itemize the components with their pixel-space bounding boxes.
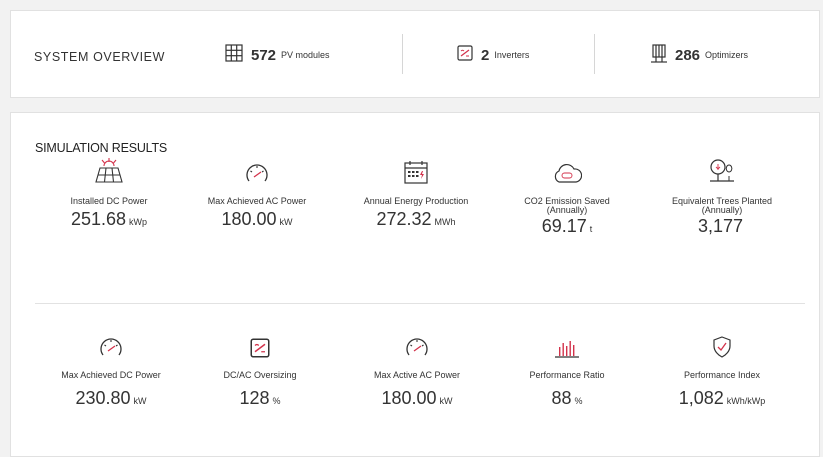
performance-index-metric: Performance Index 1,082 kWh/kWp [647, 336, 797, 409]
divider [402, 34, 403, 74]
pv-modules-label: PV modules [281, 50, 330, 60]
system-overview-title: SYSTEM OVERVIEW [34, 50, 166, 64]
annual-energy-production-metric: Annual Energy Production 272.32 MWh [341, 160, 491, 230]
inverters-stat: 2 Inverters [457, 44, 529, 66]
max-achieved-dc-power-metric: Max Achieved DC Power 230.80 kW [36, 337, 186, 409]
metric-value: 1,082 [678, 388, 724, 408]
metric-value: 251.68 [70, 209, 127, 229]
optimizers-stat: 286 Optimizers [651, 43, 749, 68]
bar-chart-icon [554, 338, 580, 363]
row-separator [35, 303, 805, 304]
max-achieved-ac-power-metric: Max Achieved AC Power 180.00 kW [182, 163, 332, 230]
metric-unit: kW [133, 396, 147, 406]
metric-value: 272.32 [376, 209, 432, 229]
metric-value: 88 [551, 388, 572, 408]
metric-unit: kWp [129, 217, 148, 227]
equivalent-trees-planted-metric: Equivalent Trees Planted (Annually) 3,17… [647, 159, 797, 237]
metric-unit: kWh/kWp [726, 396, 766, 406]
gauge-icon [99, 336, 123, 363]
metric-unit: kW [279, 217, 293, 227]
system-overview-card: SYSTEM OVERVIEW 572 PV modules 2 Inverte… [10, 10, 820, 98]
metric-unit: % [574, 396, 583, 406]
gauge-icon [245, 162, 269, 189]
metric-label: DC/AC Oversizing [223, 370, 297, 380]
inverter-icon [457, 44, 473, 66]
optimizers-label: Optimizers [705, 50, 749, 60]
metric-sublabel: (Annually) [546, 205, 588, 215]
solar-panel-grid-icon [225, 43, 243, 67]
pv-modules-stat: 572 PV modules [225, 43, 330, 67]
solar-panel-sun-icon [94, 158, 124, 189]
metric-sublabel: (Annually) [701, 205, 743, 215]
metric-unit: MWh [434, 217, 456, 227]
pv-modules-count: 572 [251, 46, 277, 64]
metric-label: Performance Index [683, 370, 761, 380]
metric-label: Performance Ratio [529, 370, 605, 380]
metric-value: 3,177 [697, 216, 744, 236]
metric-label: Max Achieved DC Power [61, 370, 161, 380]
metric-label: Max Active AC Power [373, 370, 461, 380]
performance-ratio-metric: Performance Ratio 88% [492, 337, 642, 409]
max-active-ac-power-metric: Max Active AC Power 180.00 kW [342, 337, 492, 409]
gauge-icon [405, 336, 429, 363]
metric-value: 230.80 [75, 388, 131, 408]
optimizer-icon [651, 43, 667, 68]
co2-emission-saved-metric: CO2 Emission Saved (Annually) 69.17 t [492, 163, 642, 237]
metric-value: 180.00 [221, 209, 277, 229]
inverters-label: Inverters [494, 50, 530, 60]
metric-label: Installed DC Power [70, 196, 148, 206]
calendar-icon [404, 160, 428, 189]
metric-value: 128 [239, 388, 270, 408]
metric-value: 69.17 [541, 216, 587, 236]
inverters-count: 2 [481, 46, 490, 64]
tree-icon [708, 158, 736, 189]
metric-label: Max Achieved AC Power [207, 196, 307, 206]
optimizers-count: 286 [675, 46, 701, 64]
dc-ac-oversizing-metric: DC/AC Oversizing 128% [185, 337, 335, 409]
simulation-results-title: SIMULATION RESULTS [35, 141, 168, 155]
divider [594, 34, 595, 74]
metric-value: 180.00 [381, 388, 437, 408]
metric-unit: kW [439, 396, 453, 406]
inverter-icon [250, 338, 270, 363]
shield-check-icon [712, 336, 732, 363]
metric-unit: % [272, 396, 281, 406]
metric-label: Annual Energy Production [363, 196, 469, 206]
co2-cloud-icon [552, 162, 583, 189]
simulation-results-card: SIMULATION RESULTS Installed DC Power 25… [10, 112, 820, 457]
metric-unit: t [589, 224, 593, 234]
installed-dc-power-metric: Installed DC Power 251.68 kWp [34, 158, 184, 230]
